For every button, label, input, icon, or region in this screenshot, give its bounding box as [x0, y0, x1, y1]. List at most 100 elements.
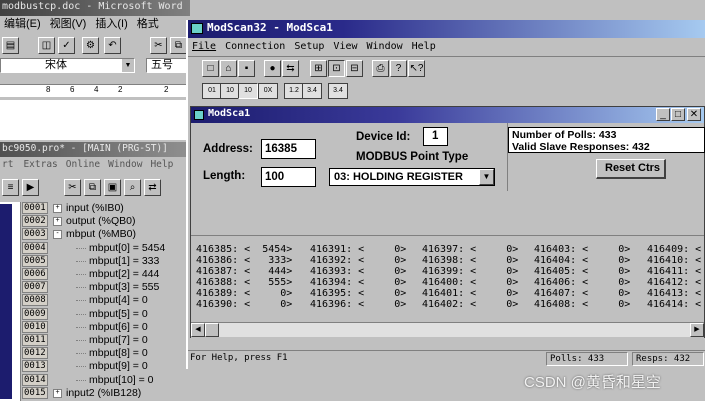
- spell-icon[interactable]: ✓: [58, 37, 75, 54]
- register-value[interactable]: 416390: < 0>: [196, 299, 292, 310]
- menu-window[interactable]: Window: [367, 41, 403, 52]
- data-scrollbar[interactable]: ◀ ▶: [191, 322, 704, 337]
- menu-view[interactable]: View: [333, 41, 357, 52]
- plc-menu-online[interactable]: Online: [66, 159, 100, 170]
- register-value[interactable]: 416389: < 0>: [196, 288, 292, 299]
- register-value[interactable]: 416413: <: [647, 288, 701, 299]
- scroll-left-icon[interactable]: ◀: [191, 323, 205, 337]
- plc-menu-item[interactable]: rt: [2, 159, 13, 170]
- register-value[interactable]: 416414: <: [647, 299, 701, 310]
- plc-menu-help[interactable]: Help: [150, 159, 173, 170]
- decimal-format-button[interactable]: 10: [220, 83, 240, 99]
- register-value[interactable]: 416410: <: [647, 255, 701, 266]
- register-value[interactable]: 416387: < 444>: [196, 266, 292, 277]
- register-value[interactable]: 416402: < 0>: [422, 299, 518, 310]
- display-icon[interactable]: ⊞: [310, 60, 327, 77]
- register-value[interactable]: 416408: < 0>: [534, 299, 630, 310]
- plc-menu-window[interactable]: Window: [108, 159, 142, 170]
- register-value[interactable]: 416397: < 0>: [422, 244, 518, 255]
- register-value[interactable]: 416399: < 0>: [422, 266, 518, 277]
- plc-titlebar[interactable]: bc9050.pro* - [MAIN (PRG-ST)]: [0, 142, 190, 157]
- font-dropdown-icon[interactable]: ▼: [122, 59, 134, 72]
- copy-icon[interactable]: ⧉: [170, 37, 187, 54]
- find-icon[interactable]: ⌕: [124, 179, 141, 196]
- expand-icon[interactable]: +: [53, 388, 62, 398]
- tree-row[interactable]: 0011 mbput[7] = 0: [0, 334, 185, 347]
- context-help-icon[interactable]: ↖?: [408, 60, 425, 77]
- register-value[interactable]: 416407: < 0>: [534, 288, 630, 299]
- expand-icon[interactable]: +: [53, 217, 62, 227]
- point-type-select[interactable]: 03: HOLDING REGISTER ▼: [329, 168, 495, 186]
- cut-icon[interactable]: ✂: [64, 179, 81, 196]
- word-titlebar[interactable]: modbustcp.doc - Microsoft Word: [0, 0, 190, 16]
- expand-icon[interactable]: +: [53, 204, 62, 213]
- register-value[interactable]: 416393: < 0>: [310, 266, 406, 277]
- register-value[interactable]: 416392: < 0>: [310, 255, 406, 266]
- word-menu-edit[interactable]: 编辑(E): [4, 18, 41, 30]
- connect-icon[interactable]: ●: [264, 60, 281, 77]
- register-value[interactable]: 416409: <: [647, 244, 701, 255]
- register-value[interactable]: 416388: < 555>: [196, 277, 292, 288]
- tree-row[interactable]: 0005 mbput[1] = 333: [0, 254, 185, 268]
- data-icon[interactable]: ⊡: [328, 60, 345, 77]
- plc-menu-extras[interactable]: Extras: [23, 159, 57, 170]
- binary-format-button[interactable]: 01: [202, 83, 222, 99]
- register-value[interactable]: 416406: < 0>: [534, 277, 630, 288]
- reset-ctrs-button[interactable]: Reset Ctrs: [596, 159, 666, 179]
- register-value[interactable]: 416386: < 333>: [196, 255, 292, 266]
- menu-help[interactable]: Help: [412, 41, 436, 52]
- menu-connection[interactable]: Connection: [225, 41, 285, 52]
- tree-row[interactable]: 0008 mbput[4] = 0: [0, 294, 185, 307]
- length-field[interactable]: 100: [261, 167, 316, 187]
- float-swap-button[interactable]: 3.4: [302, 83, 322, 99]
- preview-icon[interactable]: ◫: [38, 37, 55, 54]
- login-icon[interactable]: ≡: [2, 179, 19, 196]
- register-value[interactable]: 416394: < 0>: [310, 277, 406, 288]
- font-size-select[interactable]: 五号: [146, 58, 190, 73]
- tree-row[interactable]: 0014 mbput[10] = 0: [0, 373, 185, 387]
- copy-icon[interactable]: ⧉: [84, 179, 101, 196]
- font-select[interactable]: 宋体 ▼: [0, 58, 135, 73]
- print-icon[interactable]: ▤: [2, 37, 19, 54]
- register-value[interactable]: 416395: < 0>: [310, 288, 406, 299]
- traffic-icon[interactable]: ⊟: [346, 60, 363, 77]
- collapse-icon[interactable]: -: [53, 230, 62, 240]
- address-field[interactable]: 16385: [261, 139, 316, 159]
- close-icon[interactable]: ✕: [687, 108, 701, 121]
- word-menu-format[interactable]: 格式: [137, 18, 159, 30]
- register-value[interactable]: 416396: < 0>: [310, 299, 406, 310]
- word-menu-view[interactable]: 视图(V): [50, 18, 87, 30]
- chevron-down-icon[interactable]: ▼: [479, 169, 494, 185]
- tree-row[interactable]: 0003- mbput (%MB0): [0, 228, 185, 241]
- register-value[interactable]: 416412: <: [647, 277, 701, 288]
- float-format-button[interactable]: 1.2: [284, 83, 304, 99]
- save-icon[interactable]: ▪: [238, 60, 255, 77]
- tree-row[interactable]: 0004 mbput[0] = 5454: [0, 241, 185, 255]
- scroll-right-icon[interactable]: ▶: [690, 323, 704, 337]
- register-value[interactable]: 416411: <: [647, 266, 701, 277]
- tree-row[interactable]: 0006 mbput[2] = 444: [0, 268, 185, 281]
- register-value[interactable]: 416404: < 0>: [534, 255, 630, 266]
- menu-setup[interactable]: Setup: [294, 41, 324, 52]
- run-icon[interactable]: ▶: [22, 179, 39, 196]
- tree-row[interactable]: 0009 mbput[5] = 0: [0, 307, 185, 321]
- tree-row[interactable]: 0001 + input (%IB0): [0, 202, 185, 215]
- open-icon[interactable]: ⌂: [220, 60, 237, 77]
- scroll-thumb[interactable]: [205, 323, 219, 337]
- register-value[interactable]: 416400: < 0>: [422, 277, 518, 288]
- tree-row[interactable]: 0010 mbput[6] = 0: [0, 320, 185, 334]
- register-value[interactable]: 416398: < 0>: [422, 255, 518, 266]
- disconnect-icon[interactable]: ⇆: [282, 60, 299, 77]
- maximize-icon[interactable]: □: [671, 108, 685, 121]
- register-value[interactable]: 416385: < 5454>: [196, 244, 292, 255]
- modscan-titlebar[interactable]: ModScan32 - ModSca1: [188, 20, 705, 38]
- tree-row[interactable]: 0002 + output (%QB0): [0, 215, 185, 228]
- word-menu-insert[interactable]: 插入(I): [95, 18, 127, 30]
- register-value[interactable]: 416401: < 0>: [422, 288, 518, 299]
- tree-row[interactable]: 0015 + input2 (%IB128): [0, 386, 185, 400]
- new-icon[interactable]: □: [202, 60, 219, 77]
- format-painter-icon[interactable]: ⚙: [82, 37, 99, 54]
- register-value[interactable]: 416391: < 0>: [310, 244, 406, 255]
- paste-icon[interactable]: ▣: [104, 179, 121, 196]
- tree-row[interactable]: 0013 mbput[9] = 0: [0, 360, 185, 373]
